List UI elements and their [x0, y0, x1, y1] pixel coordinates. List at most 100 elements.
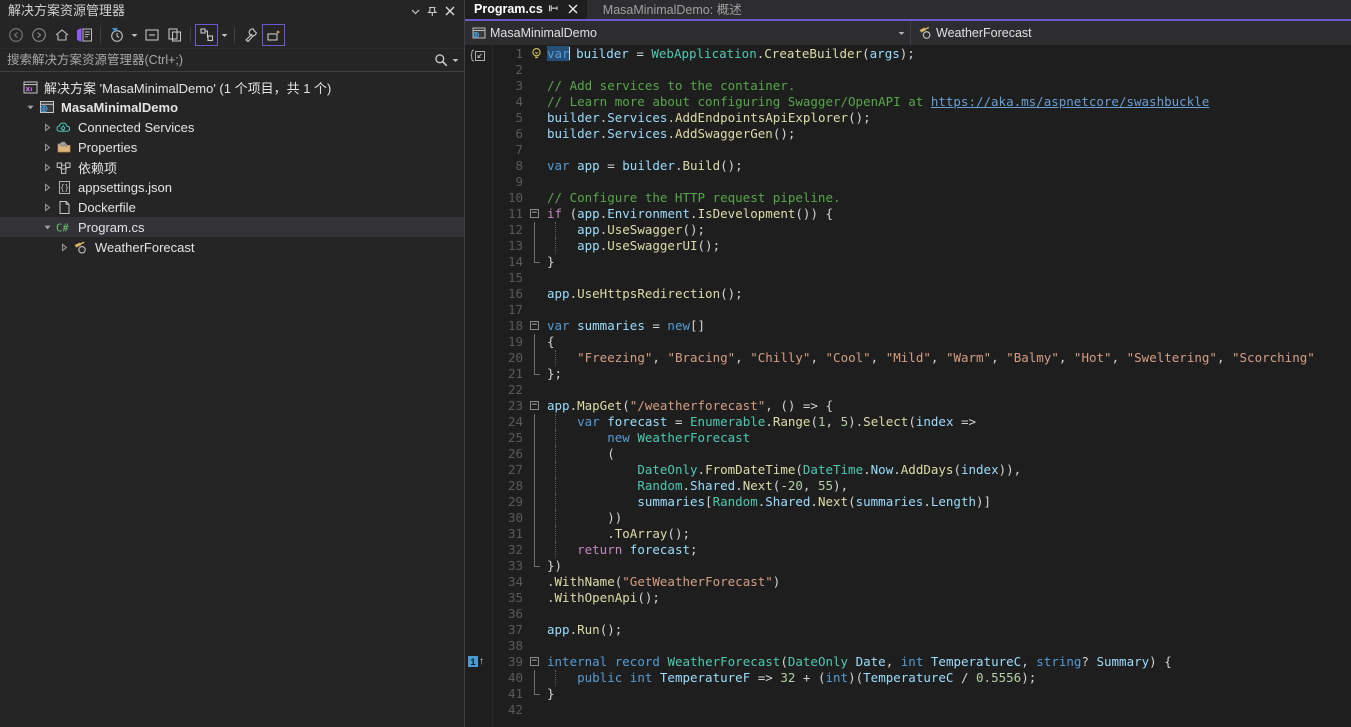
show-all-files-icon[interactable] [163, 24, 186, 46]
code-line[interactable]: 38 [493, 638, 1351, 654]
view-code-icon[interactable] [73, 24, 96, 46]
fold-glyph[interactable]: − [529, 398, 543, 414]
expand-arrow-right-icon[interactable] [40, 117, 54, 137]
forward-icon[interactable] [27, 24, 50, 46]
tree-item-dockerfile[interactable]: Dockerfile [0, 197, 464, 217]
code-line[interactable]: 30 )) [493, 510, 1351, 526]
code-line[interactable]: 4 // Learn more about configuring Swagger… [493, 94, 1351, 110]
collapse-minus-icon[interactable]: − [530, 401, 539, 410]
code-line[interactable]: 20 "Freezing", "Bracing", "Chilly", "Coo… [493, 350, 1351, 366]
navbar-project-dropdown[interactable]: MasaMinimalDemo [465, 21, 911, 45]
collapse-all-icon[interactable] [140, 24, 163, 46]
fold-glyph[interactable]: − [529, 318, 543, 334]
tree-item-properties[interactable]: Properties [0, 137, 464, 157]
collapse-minus-icon[interactable]: − [530, 657, 539, 666]
expand-arrow-right-icon[interactable] [57, 237, 71, 257]
code-line[interactable]: 8 var app = builder.Build(); [493, 158, 1351, 174]
code-line[interactable]: 17 [493, 302, 1351, 318]
code-line[interactable]: 7 [493, 142, 1351, 158]
code-line[interactable]: 23− app.MapGet("/weatherforecast", () => … [493, 398, 1351, 414]
codelens-reference-indicator[interactable]: 1 ↑ [468, 656, 484, 667]
search-options-caret-icon[interactable] [450, 58, 460, 63]
code-line[interactable]: 11− if (app.Environment.IsDevelopment()) … [493, 206, 1351, 222]
properties-icon[interactable] [195, 24, 218, 46]
chevron-down-icon[interactable] [407, 2, 424, 20]
navbar-member-dropdown[interactable]: WeatherForecast [911, 21, 1351, 45]
tree-item-weatherforecast[interactable]: WeatherForecast [0, 237, 464, 257]
code-line[interactable]: 9 [493, 174, 1351, 190]
expand-arrow-right-icon[interactable] [40, 177, 54, 197]
code-line[interactable]: 15 [493, 270, 1351, 286]
fold-glyph[interactable]: − [529, 654, 543, 670]
code-line[interactable]: 22 [493, 382, 1351, 398]
expand-arrow-right-icon[interactable] [40, 197, 54, 217]
properties-caret-icon[interactable] [218, 24, 230, 46]
search-input[interactable] [7, 53, 432, 67]
preview-selected-icon[interactable] [262, 24, 285, 46]
code-line[interactable]: 41} [493, 686, 1351, 702]
code-lines[interactable]: 1 var builder = WebApplication.CreateBuil… [493, 46, 1351, 718]
back-icon[interactable] [4, 24, 27, 46]
code-line[interactable]: 10 // Configure the HTTP request pipeline… [493, 190, 1351, 206]
code-editor-area[interactable]: 1 ↑ 1 var builder = WebApplication.Create… [465, 46, 1351, 727]
pin-icon[interactable] [424, 2, 441, 20]
solution-tree[interactable]: 解决方案 'MasaMinimalDemo' (1 个项目，共 1 个) Masa… [0, 72, 464, 727]
fold-glyph[interactable]: − [529, 206, 543, 222]
pending-changes-caret-icon[interactable] [128, 24, 140, 46]
code-line[interactable]: 24 var forecast = Enumerable.Range(1, 5)… [493, 414, 1351, 430]
code-line[interactable]: 25 new WeatherForecast [493, 430, 1351, 446]
code-line[interactable]: 27 DateOnly.FromDateTime(DateTime.Now.Ad… [493, 462, 1351, 478]
code-line[interactable]: 34 .WithName("GetWeatherForecast") [493, 574, 1351, 590]
code-line[interactable]: 40 public int TemperatureF => 32 + (int)… [493, 670, 1351, 686]
code-line[interactable]: 31 .ToArray(); [493, 526, 1351, 542]
code-scroll-region[interactable]: 1 var builder = WebApplication.CreateBuil… [493, 46, 1351, 727]
code-token[interactable]: https://aka.ms/aspnetcore/swashbuckle [931, 94, 1209, 109]
code-line[interactable]: 12 app.UseSwagger(); [493, 222, 1351, 238]
code-line[interactable]: 29 summaries[Random.Shared.Next(summarie… [493, 494, 1351, 510]
wrench-icon[interactable] [239, 24, 262, 46]
navbar-project-caret-icon[interactable] [894, 31, 908, 36]
code-line[interactable]: 5 builder.Services.AddEndpointsApiExplore… [493, 110, 1351, 126]
search-icon[interactable] [432, 53, 450, 67]
code-line[interactable]: 28 Random.Shared.Next(-20, 55), [493, 478, 1351, 494]
editor-tab-inactive[interactable]: MasaMinimalDemo: 概述 [588, 0, 756, 19]
editor-tab-active[interactable]: Program.cs [465, 0, 587, 19]
tree-item-appsettings.json[interactable]: {} appsettings.json [0, 177, 464, 197]
tab-close-icon[interactable] [565, 1, 581, 17]
expand-arrow-right-icon[interactable] [40, 157, 54, 177]
code-line[interactable]: 37 app.Run(); [493, 622, 1351, 638]
solution-explorer-search-bar[interactable] [0, 49, 464, 72]
code-line[interactable]: 16 app.UseHttpsRedirection(); [493, 286, 1351, 302]
code-line[interactable]: 32 return forecast; [493, 542, 1351, 558]
code-structure-icon[interactable] [470, 49, 487, 70]
code-line[interactable]: 35 .WithOpenApi(); [493, 590, 1351, 606]
code-line[interactable]: 42 [493, 702, 1351, 718]
fold-glyph[interactable] [529, 46, 543, 62]
tab-pin-icon[interactable] [546, 1, 562, 17]
code-line[interactable]: 2 [493, 62, 1351, 78]
collapse-minus-icon[interactable]: − [530, 321, 539, 330]
tree-item-[interactable]: 依赖项 [0, 157, 464, 177]
expand-arrow-right-icon[interactable] [40, 137, 54, 157]
code-line[interactable]: 3 // Add services to the container. [493, 78, 1351, 94]
close-icon[interactable] [441, 2, 458, 20]
tree-item-masaminimaldemo11[interactable]: 解决方案 'MasaMinimalDemo' (1 个项目，共 1 个) [0, 77, 464, 97]
code-line[interactable]: 33}) [493, 558, 1351, 574]
expand-arrow-down-icon[interactable] [40, 217, 54, 237]
code-line[interactable]: 13 app.UseSwaggerUI(); [493, 238, 1351, 254]
code-line[interactable]: 19 { [493, 334, 1351, 350]
collapse-minus-icon[interactable]: − [530, 209, 539, 218]
tree-item-connectedservices[interactable]: Connected Services [0, 117, 464, 137]
code-line[interactable]: 18− var summaries = new[] [493, 318, 1351, 334]
expand-arrow-down-icon[interactable] [23, 97, 37, 117]
code-line[interactable]: 14} [493, 254, 1351, 270]
code-line[interactable]: 1 var builder = WebApplication.CreateBuil… [493, 46, 1351, 62]
code-line[interactable]: 39− internal record WeatherForecast(DateO… [493, 654, 1351, 670]
tree-item-program.cs[interactable]: C# Program.cs [0, 217, 464, 237]
pending-changes-icon[interactable] [105, 24, 128, 46]
code-line[interactable]: 36 [493, 606, 1351, 622]
editor-tabstrip[interactable]: Program.cs MasaMinimalDemo: 概述 [465, 0, 1351, 21]
code-line[interactable]: 26 ( [493, 446, 1351, 462]
code-line[interactable]: 21}; [493, 366, 1351, 382]
code-line[interactable]: 6 builder.Services.AddSwaggerGen(); [493, 126, 1351, 142]
